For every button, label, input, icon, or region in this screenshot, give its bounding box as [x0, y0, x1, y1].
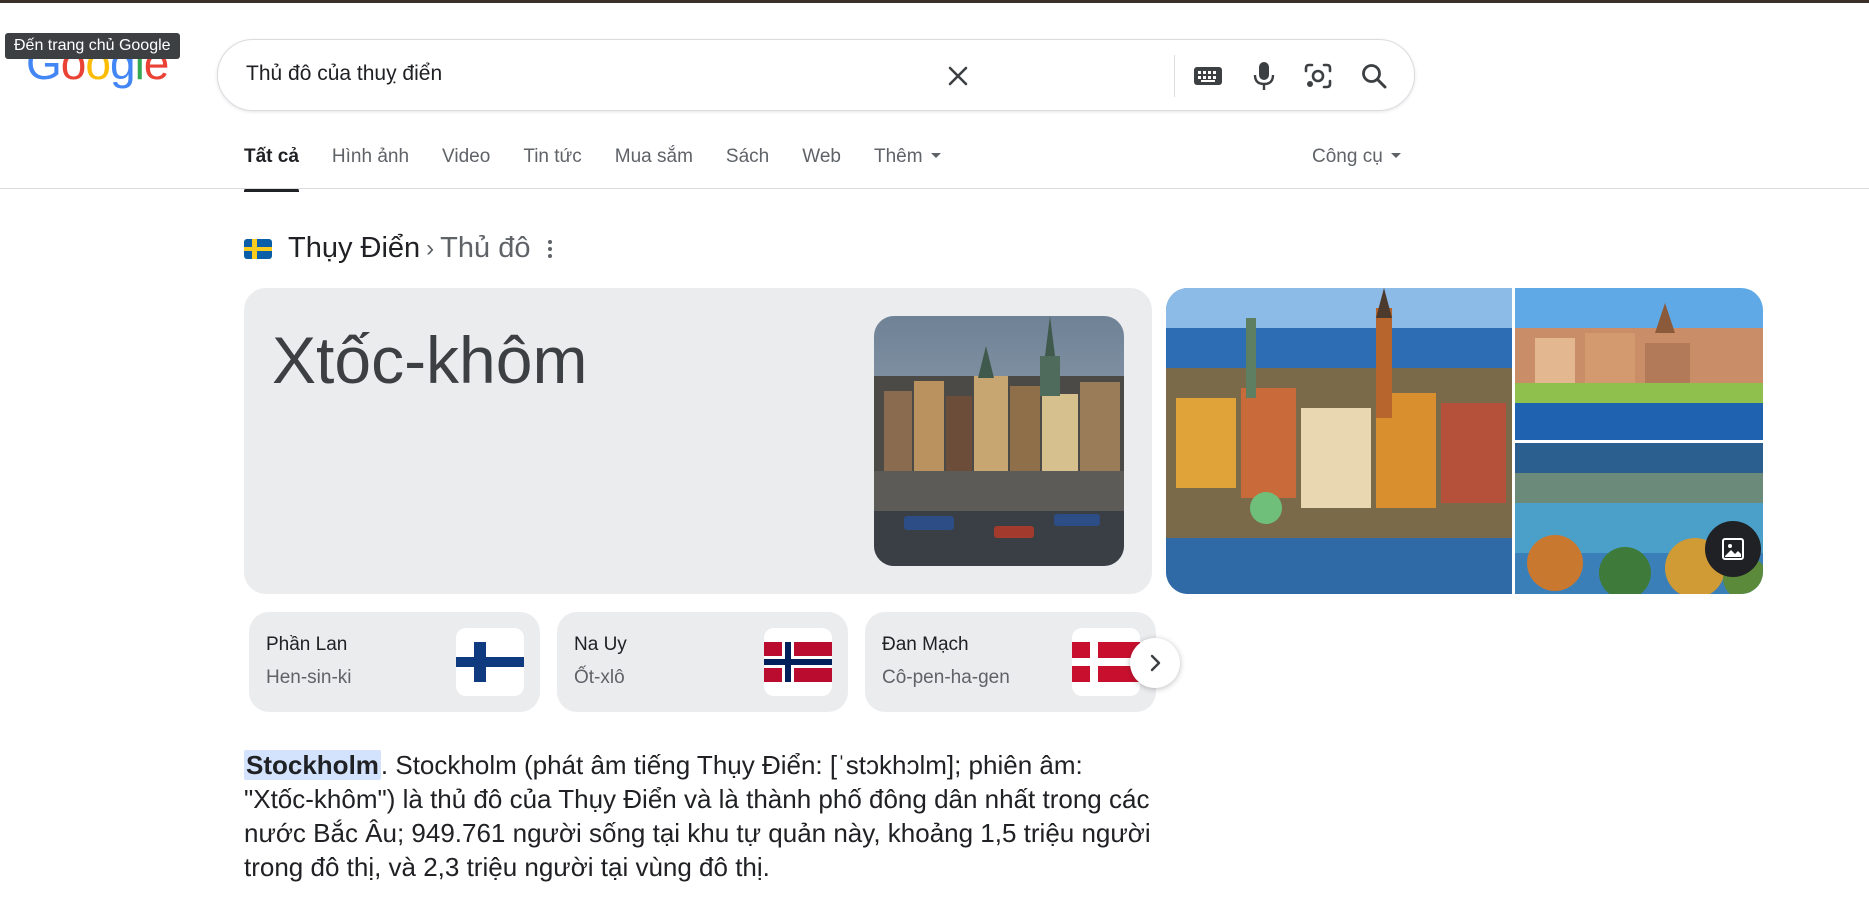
search-icon[interactable] — [1356, 58, 1392, 94]
tab-videos[interactable]: Video — [442, 146, 490, 188]
sweden-flag-icon — [244, 238, 272, 259]
chip-country: Na Uy — [574, 634, 627, 655]
image-gallery — [1166, 288, 1763, 594]
gallery-image-main[interactable] — [1166, 288, 1512, 594]
search-tabs: Tất cả Hình ảnh Video Tin tức Mua sắm Sá… — [244, 146, 974, 192]
search-box[interactable]: Thủ đô của thuỵ điển — [217, 39, 1415, 111]
answer-snippet: Stockholm. Stockholm (phát âm tiếng Thụy… — [244, 748, 1154, 884]
chip-country: Phần Lan — [266, 634, 348, 655]
breadcrumb-attribute: Thủ đô — [440, 232, 531, 264]
clear-icon[interactable] — [940, 58, 976, 94]
related-chip-finland[interactable]: Phần Lan Hen-sin-ki — [249, 612, 540, 712]
image-icon — [1722, 538, 1744, 560]
finland-flag-icon — [456, 628, 524, 696]
more-images-button[interactable] — [1705, 521, 1761, 577]
tab-label: Web — [802, 146, 841, 167]
breadcrumb: Thụy Điển › Thủ đô — [244, 232, 553, 265]
logo-tooltip: Đến trang chủ Google — [5, 33, 180, 59]
tab-shopping[interactable]: Mua sắm — [615, 146, 693, 188]
norway-flag-icon — [764, 628, 832, 696]
more-options-icon[interactable] — [548, 239, 553, 258]
tab-books[interactable]: Sách — [726, 146, 769, 188]
microphone-icon[interactable] — [1246, 58, 1282, 94]
tab-label: Hình ảnh — [331, 146, 410, 167]
breadcrumb-country[interactable]: Thụy Điển — [288, 232, 420, 265]
next-button[interactable] — [1130, 638, 1180, 688]
chevron-down-icon — [930, 152, 941, 158]
tab-label: Tất cả — [244, 146, 299, 167]
tabs-divider — [0, 188, 1869, 189]
keyboard-icon[interactable] — [1190, 58, 1226, 94]
tab-label: Tin tức — [523, 146, 582, 167]
answer-title: Xtốc-khôm — [272, 323, 588, 397]
gallery-image-top-right[interactable] — [1515, 288, 1763, 440]
snippet-text: . Stockholm (phát âm tiếng Thụy Điển: [ˈ… — [244, 750, 1151, 882]
tools-label: Công cụ — [1312, 146, 1383, 167]
chevron-down-icon — [1390, 152, 1401, 158]
search-input[interactable]: Thủ đô của thuỵ điển — [246, 62, 442, 86]
tab-web[interactable]: Web — [802, 146, 841, 188]
snippet-highlight: Stockholm — [244, 750, 381, 780]
tab-news[interactable]: Tin tức — [523, 146, 581, 188]
tools-button[interactable]: Công cụ — [1312, 146, 1401, 168]
answer-card: Xtốc-khôm — [244, 288, 1152, 594]
tab-label: Thêm — [873, 146, 923, 167]
lens-camera-icon[interactable] — [1300, 58, 1336, 94]
chip-capital: Ốt-xlô — [574, 667, 625, 688]
tab-label: Sách — [725, 146, 770, 167]
search-divider — [1174, 55, 1175, 97]
tab-all[interactable]: Tất cả — [244, 146, 299, 192]
related-chip-norway[interactable]: Na Uy Ốt-xlô — [557, 612, 848, 712]
tab-label: Video — [442, 146, 491, 167]
tab-label: Mua sắm — [614, 146, 693, 167]
tab-images[interactable]: Hình ảnh — [332, 146, 409, 188]
chip-capital: Cô-pen-ha-gen — [882, 667, 1010, 688]
chip-country: Đan Mạch — [882, 634, 969, 655]
chevron-right-icon — [1150, 654, 1161, 672]
tab-more[interactable]: Thêm — [874, 146, 941, 188]
window-top-edge — [0, 0, 1869, 3]
breadcrumb-separator: › — [426, 234, 435, 262]
chip-capital: Hen-sin-ki — [266, 667, 352, 688]
stockholm-photo[interactable] — [874, 316, 1124, 566]
related-chip-denmark[interactable]: Đan Mạch Cô-pen-ha-gen — [865, 612, 1156, 712]
